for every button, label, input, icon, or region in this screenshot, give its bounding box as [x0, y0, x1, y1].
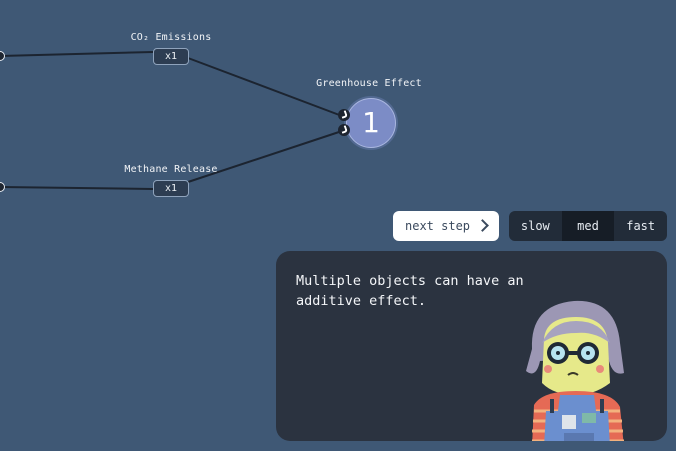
- chevron-right-icon: [476, 219, 489, 232]
- next-step-label: next step: [405, 219, 471, 233]
- co2-emissions-label: CO₂ Emissions: [130, 32, 212, 43]
- speed-med-button[interactable]: med: [561, 211, 615, 241]
- mascot-character: [526, 300, 624, 441]
- dialog-text: Multiple objects can have an additive ef…: [296, 273, 524, 309]
- input-port-bottom[interactable]: [338, 124, 350, 136]
- greenhouse-effect-node[interactable]: 1: [346, 98, 396, 148]
- greenhouse-effect-label: Greenhouse Effect: [316, 78, 422, 89]
- co2-multiplier[interactable]: x1: [153, 48, 189, 65]
- methane-multiplier[interactable]: x1: [153, 180, 189, 197]
- speed-slow-button[interactable]: slow: [509, 211, 562, 241]
- next-step-button[interactable]: next step: [393, 211, 499, 241]
- methane-release-label: Methane Release: [124, 164, 218, 175]
- speed-selector: slow med fast: [509, 211, 667, 241]
- speed-fast-button[interactable]: fast: [614, 211, 667, 241]
- tutorial-dialog: Multiple objects can have an additive ef…: [276, 251, 667, 441]
- input-port-top[interactable]: [338, 109, 350, 121]
